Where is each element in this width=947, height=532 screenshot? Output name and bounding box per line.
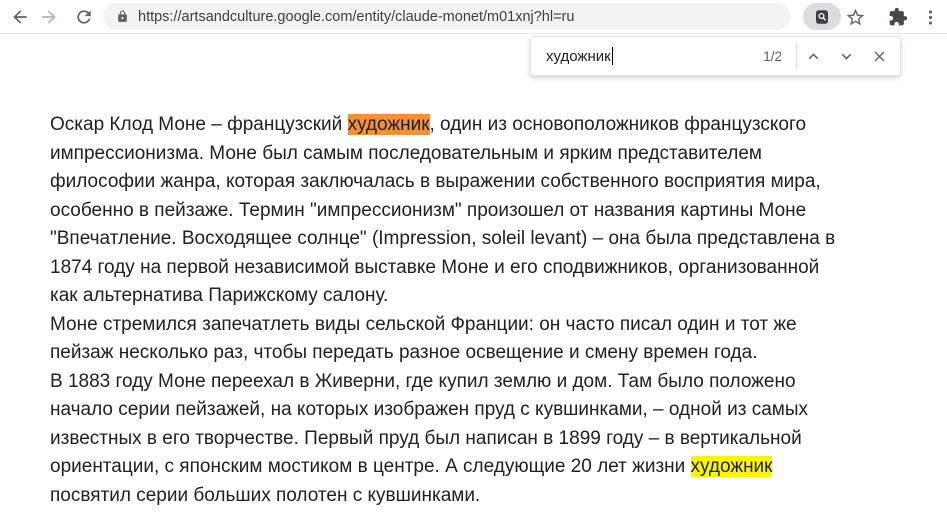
article-text: Оскар Клод Моне – французский художник, … — [0, 34, 947, 510]
find-match: художник — [691, 456, 773, 477]
close-x-icon — [871, 48, 888, 65]
refresh-icon — [74, 7, 94, 27]
forward-arrow-icon — [39, 7, 59, 27]
match-counter: 1/2 — [763, 49, 782, 64]
text-segment: Оскар Клод Моне – французский — [50, 114, 348, 135]
paragraph: Моне стремился запечатлеть виды сельской… — [50, 311, 910, 511]
find-in-page-bar: художник 1/2 — [530, 36, 901, 76]
chevron-up-icon — [804, 47, 823, 66]
url-text[interactable]: https://artsandculture.google.com/entity… — [138, 9, 574, 25]
back-button[interactable] — [7, 4, 33, 30]
find-previous-button[interactable] — [797, 40, 830, 73]
find-input[interactable]: художник — [546, 47, 763, 65]
bookmark-button[interactable] — [842, 4, 868, 30]
text-segment: посвятил серии больших полотен с кувшинк… — [50, 485, 480, 506]
text-cursor — [612, 47, 613, 65]
paragraph: Оскар Клод Моне – французский художник, … — [50, 111, 910, 311]
text-segment: , один из основоположников французского … — [50, 114, 835, 306]
search-in-page-button[interactable] — [803, 3, 841, 30]
find-match-active: художник — [348, 114, 430, 135]
refresh-button[interactable] — [71, 4, 97, 30]
padlock-icon[interactable] — [116, 10, 129, 23]
browser-menu-button[interactable] — [917, 4, 943, 30]
extensions-puzzle-icon — [888, 7, 908, 27]
extensions-button[interactable] — [885, 4, 911, 30]
address-bar[interactable]: https://artsandculture.google.com/entity… — [103, 3, 791, 30]
browser-toolbar: https://artsandculture.google.com/entity… — [0, 0, 947, 34]
find-next-button[interactable] — [830, 40, 863, 73]
find-query-text: художник — [546, 48, 611, 65]
back-arrow-icon — [10, 7, 30, 27]
search-in-page-icon — [813, 8, 831, 26]
text-segment: Моне стремился запечатлеть виды сельской… — [50, 314, 808, 478]
bookmark-star-icon — [845, 7, 866, 28]
forward-button[interactable] — [36, 4, 62, 30]
chevron-down-icon — [837, 47, 856, 66]
three-dot-menu-icon — [921, 8, 940, 27]
find-close-button[interactable] — [863, 40, 896, 73]
